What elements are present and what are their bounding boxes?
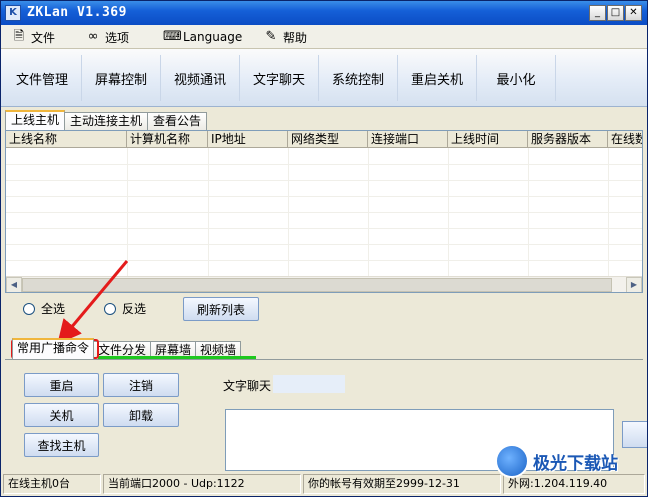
watermark: 极光下载站	[495, 441, 645, 481]
tab-broadcast-commands[interactable]: 常用广播命令	[12, 338, 95, 359]
annotation-arrow-icon	[57, 260, 129, 345]
tab-online-hosts[interactable]: 上线主机	[5, 110, 66, 130]
watermark-logo-icon	[495, 444, 529, 478]
main-window: K ZKLan V1.369 _ □ ✕ 🗎 文件 ∞ 选项 ⌨ Languag…	[0, 0, 648, 497]
watermark-text: 极光下载站	[533, 453, 618, 474]
